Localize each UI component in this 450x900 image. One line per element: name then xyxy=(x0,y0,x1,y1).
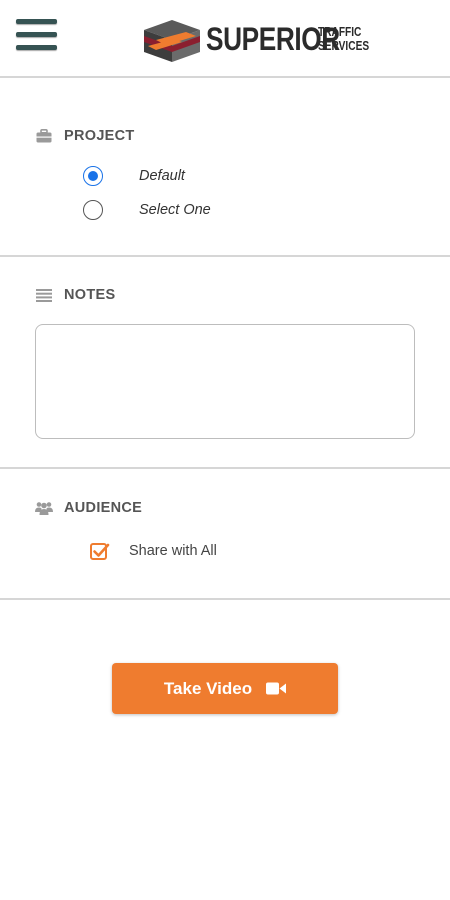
share-with-all-label: Share with All xyxy=(129,543,217,559)
notes-label: NOTES xyxy=(64,287,116,303)
radio-label-select-one: Select One xyxy=(139,202,211,218)
audience-section-header: AUDIENCE xyxy=(35,498,142,518)
section-divider xyxy=(0,255,450,257)
section-divider xyxy=(0,467,450,469)
notes-textarea[interactable] xyxy=(35,324,415,439)
brand-subtitle-line-1: TRAFFIC xyxy=(318,24,362,39)
audience-label: AUDIENCE xyxy=(64,500,143,516)
people-group-icon xyxy=(35,500,53,516)
section-divider xyxy=(0,598,450,600)
share-with-all-checkbox[interactable] xyxy=(90,541,110,561)
take-video-button[interactable]: Take Video xyxy=(112,663,338,714)
app-header: SUPERIOR TRAFFIC SERVICES xyxy=(0,0,450,78)
notes-section-header: NOTES xyxy=(35,285,115,305)
radio-button-default[interactable] xyxy=(83,166,103,186)
radio-option-default[interactable]: Default xyxy=(83,165,185,187)
brand-subtitle-line-2: SERVICES xyxy=(318,38,370,53)
radio-option-select-one[interactable]: Select One xyxy=(83,199,211,221)
take-video-label: Take Video xyxy=(163,678,253,698)
video-camera-icon xyxy=(266,682,287,695)
briefcase-icon xyxy=(35,128,53,144)
brand-subtitle: TRAFFIC SERVICES xyxy=(318,24,370,53)
logo-mark-icon xyxy=(144,20,200,62)
share-with-all-option[interactable]: Share with All xyxy=(90,540,217,562)
lines-icon xyxy=(35,287,53,303)
brand-logo: SUPERIOR TRAFFIC SERVICES xyxy=(138,12,374,64)
hamburger-menu-icon[interactable] xyxy=(16,17,58,55)
project-section-header: PROJECT xyxy=(35,126,135,146)
radio-button-select-one[interactable] xyxy=(83,200,103,220)
radio-label-default: Default xyxy=(139,168,185,184)
project-label: PROJECT xyxy=(64,128,135,144)
